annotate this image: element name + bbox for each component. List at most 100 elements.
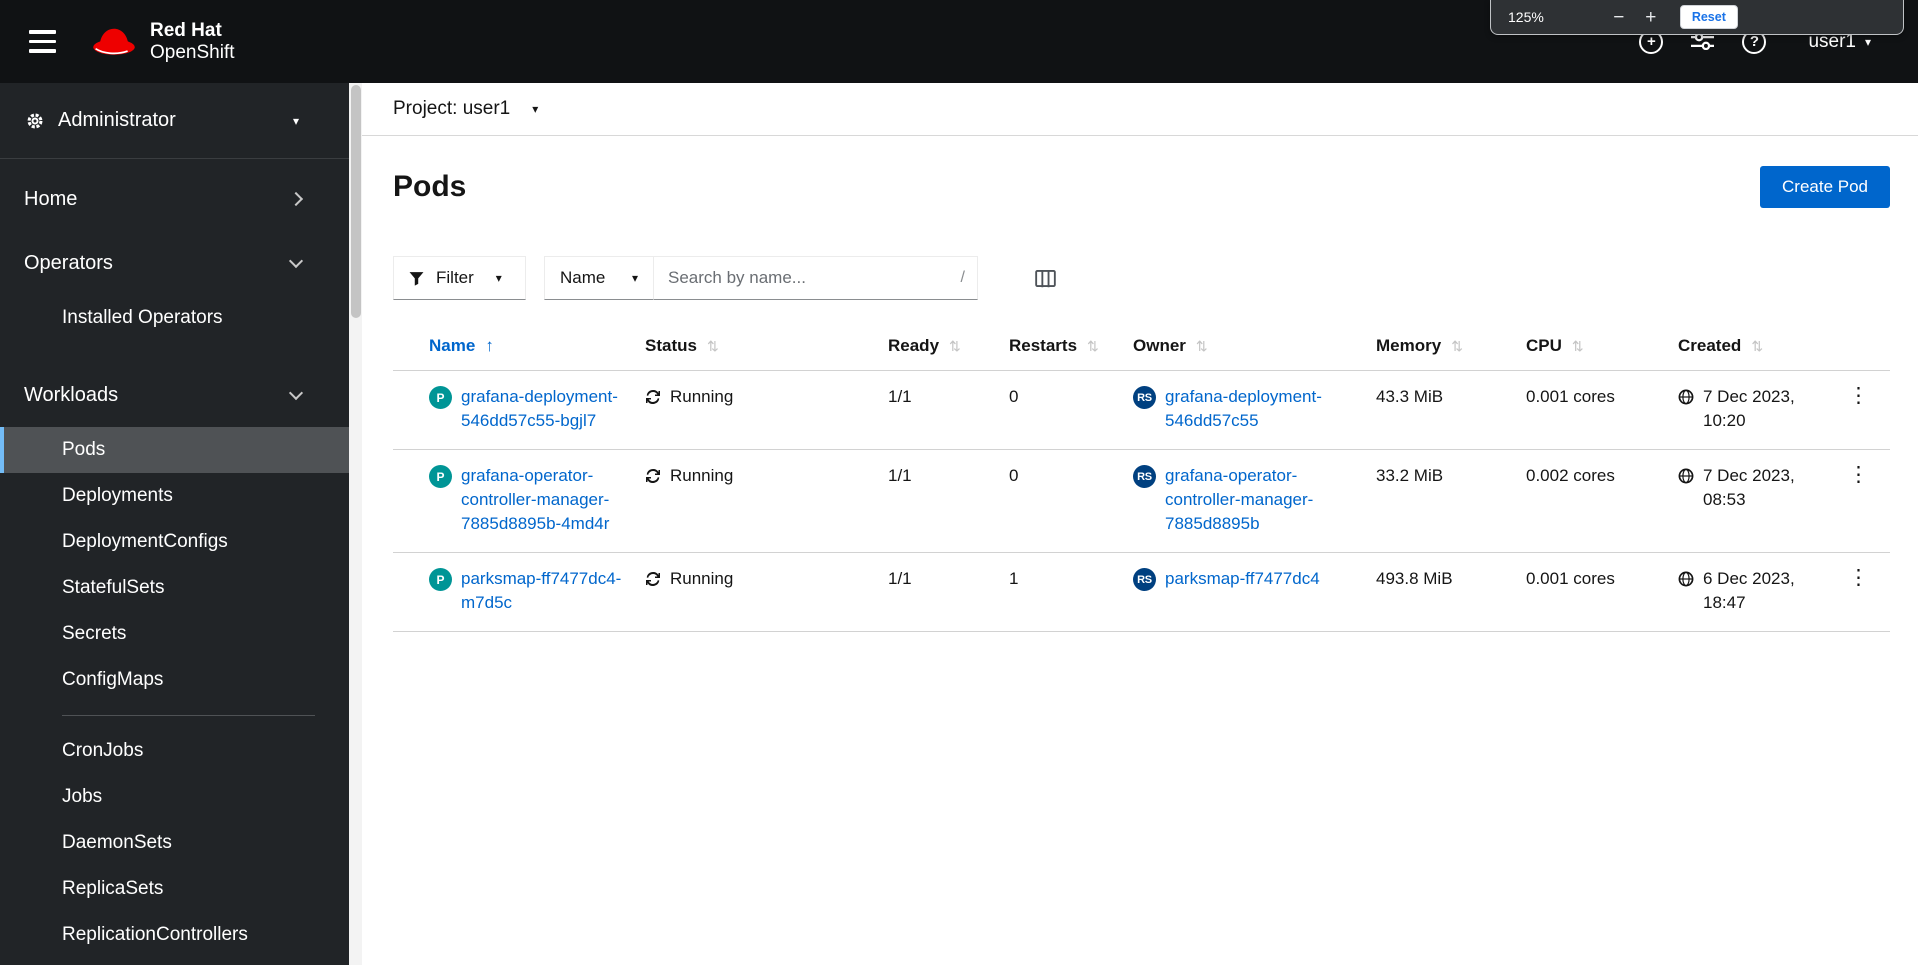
workloads-children: Pods Deployments DeploymentConfigs State… [0, 427, 349, 958]
search-shortcut-hint: / [960, 269, 965, 286]
zoom-reset-button[interactable]: Reset [1679, 5, 1738, 29]
search-attribute-dropdown[interactable]: Name ▾ [544, 256, 654, 300]
sidebar-item-operators[interactable]: Operators [0, 231, 349, 295]
sync-running-icon [646, 390, 660, 404]
sidebar-item-workloads[interactable]: Workloads [0, 363, 349, 427]
sidebar-item-label: Secrets [62, 623, 127, 644]
column-header-restarts[interactable]: Restarts ⇅ [1009, 336, 1133, 356]
sidebar-item-replicationcontrollers[interactable]: ReplicationControllers [0, 912, 349, 958]
sidebar-item-replicasets[interactable]: ReplicaSets [0, 866, 349, 912]
table-body: P grafana-deployment-546dd57c55-bgjl7 Ru… [393, 370, 1890, 631]
sidebar-item-secrets[interactable]: Secrets [0, 611, 349, 657]
globe-icon [1678, 389, 1694, 405]
pod-row: P grafana-operator-controller-manager-78… [393, 449, 1890, 552]
pod-owner-cell: RS grafana-operator-controller-manager-7… [1133, 464, 1376, 536]
column-header-ready[interactable]: Ready ⇅ [888, 336, 1009, 356]
column-label: Status [645, 336, 697, 355]
create-pod-button[interactable]: Create Pod [1760, 166, 1890, 208]
pod-created-text: 6 Dec 2023, 18:47 [1703, 569, 1795, 612]
pod-ready-cell: 1/1 [888, 569, 912, 588]
sidebar-scrollbar[interactable] [349, 83, 362, 965]
browser-zoom-popup: 125% − + Reset [1490, 0, 1904, 35]
pod-cpu-cell: 0.002 cores [1526, 466, 1615, 485]
toolbar: Filter ▾ Name ▾ / [393, 256, 1918, 300]
page-title: Pods [393, 170, 467, 203]
sidebar-item-daemonsets[interactable]: DaemonSets [0, 820, 349, 866]
sidebar-item-deploymentconfigs[interactable]: DeploymentConfigs [0, 519, 349, 565]
kebab-menu-icon[interactable]: ⋮ [1842, 567, 1875, 589]
sort-icon: ⇅ [1571, 337, 1584, 354]
replicaset-badge: RS [1133, 465, 1156, 488]
pod-name-cell: P grafana-operator-controller-manager-78… [393, 464, 645, 536]
pod-ready-cell: 1/1 [888, 466, 912, 485]
plus-glyph: + [1647, 33, 1656, 50]
column-header-status[interactable]: Status ⇅ [645, 336, 888, 356]
filter-dropdown[interactable]: Filter ▾ [393, 256, 526, 300]
sidebar-item-home[interactable]: Home [0, 167, 349, 231]
sidebar-item-pods[interactable]: Pods [0, 427, 349, 473]
pod-badge: P [429, 568, 452, 591]
chevron-down-icon [288, 253, 304, 268]
column-header-owner[interactable]: Owner ⇅ [1133, 336, 1376, 356]
sidebar-item-configmaps[interactable]: ConfigMaps [0, 657, 349, 703]
sidebar-item-jobs[interactable]: Jobs [0, 774, 349, 820]
command-line-tools-icon[interactable] [1691, 33, 1715, 50]
chevron-right-icon [288, 191, 304, 207]
sort-ascending-icon: ↑ [485, 336, 494, 355]
sidebar-item-statefulsets[interactable]: StatefulSets [0, 565, 349, 611]
pod-cpu-cell: 0.001 cores [1526, 569, 1615, 588]
sidebar-item-installed-operators[interactable]: Installed Operators [0, 295, 349, 341]
column-header-cpu[interactable]: CPU ⇅ [1526, 336, 1678, 356]
zoom-in-button[interactable]: + [1638, 8, 1664, 27]
pod-row: P parksmap-ff7477dc4-m7d5c Running 1/1 1… [393, 552, 1890, 631]
sidebar-item-label: Workloads [24, 383, 119, 406]
pod-badge: P [429, 386, 452, 409]
pod-actions-cell: ⋮ [1838, 385, 1890, 409]
pod-created-cell: 7 Dec 2023, 10:20 [1678, 385, 1838, 433]
kebab-menu-icon[interactable]: ⋮ [1842, 385, 1875, 407]
sidebar-scrollbar-thumb[interactable] [350, 85, 361, 318]
sidebar-item-deployments[interactable]: Deployments [0, 473, 349, 519]
project-selector[interactable]: Project: user1 ▾ [393, 98, 538, 120]
zoom-out-button[interactable]: − [1606, 8, 1632, 27]
column-label: Owner [1133, 336, 1186, 355]
sort-icon: ⇅ [1451, 337, 1463, 354]
pod-status-cell: Running [645, 464, 888, 488]
sync-running-icon [646, 469, 660, 483]
pod-name-link[interactable]: grafana-deployment-546dd57c55-bgjl7 [461, 385, 623, 433]
chevron-down-icon: ▾ [532, 102, 539, 116]
pod-status-cell: Running [645, 385, 888, 409]
pod-created-cell: 7 Dec 2023, 08:53 [1678, 464, 1838, 512]
owner-link[interactable]: parksmap-ff7477dc4 [1165, 567, 1320, 591]
pod-status-text: Running [670, 387, 734, 406]
globe-icon [1678, 571, 1694, 587]
main-content: Project: user1 ▾ Pods Create Pod Filter … [362, 83, 1918, 965]
pod-name-link[interactable]: parksmap-ff7477dc4-m7d5c [461, 567, 623, 615]
pod-name-link[interactable]: grafana-operator-controller-manager-7885… [461, 464, 623, 536]
column-label: Memory [1376, 336, 1442, 355]
zoom-level-value: 125% [1508, 9, 1544, 25]
page-header: Pods Create Pod [362, 136, 1918, 208]
pod-memory-cell: 43.3 MiB [1376, 387, 1444, 406]
sort-icon: ⇅ [1195, 337, 1208, 354]
nav-toggle-hamburger-icon[interactable] [29, 30, 56, 53]
sort-icon: ⇅ [706, 337, 719, 354]
owner-link[interactable]: grafana-deployment-546dd57c55 [1165, 385, 1350, 433]
sidebar-item-cronjobs[interactable]: CronJobs [0, 728, 349, 774]
sidebar-item-label: DeploymentConfigs [62, 531, 228, 552]
column-header-name[interactable]: Name ↑ [393, 336, 645, 356]
pod-actions-cell: ⋮ [1838, 464, 1890, 488]
kebab-menu-icon[interactable]: ⋮ [1842, 464, 1875, 486]
brand-line2: OpenShift [150, 41, 235, 63]
manage-columns-button[interactable] [1031, 265, 1060, 292]
perspective-switcher[interactable]: Administrator ▾ [0, 83, 349, 159]
pod-status-cell: Running [645, 567, 888, 591]
search-input[interactable] [654, 256, 978, 300]
brand-link[interactable]: Red Hat OpenShift [90, 20, 235, 64]
sidebar-item-label: ReplicationControllers [62, 924, 248, 945]
column-header-created[interactable]: Created ⇅ [1678, 336, 1838, 356]
column-label: Restarts [1009, 336, 1078, 355]
owner-link[interactable]: grafana-operator-controller-manager-7885… [1165, 464, 1350, 536]
column-header-memory[interactable]: Memory ⇅ [1376, 336, 1526, 356]
pod-restarts-cell: 0 [1009, 466, 1019, 485]
